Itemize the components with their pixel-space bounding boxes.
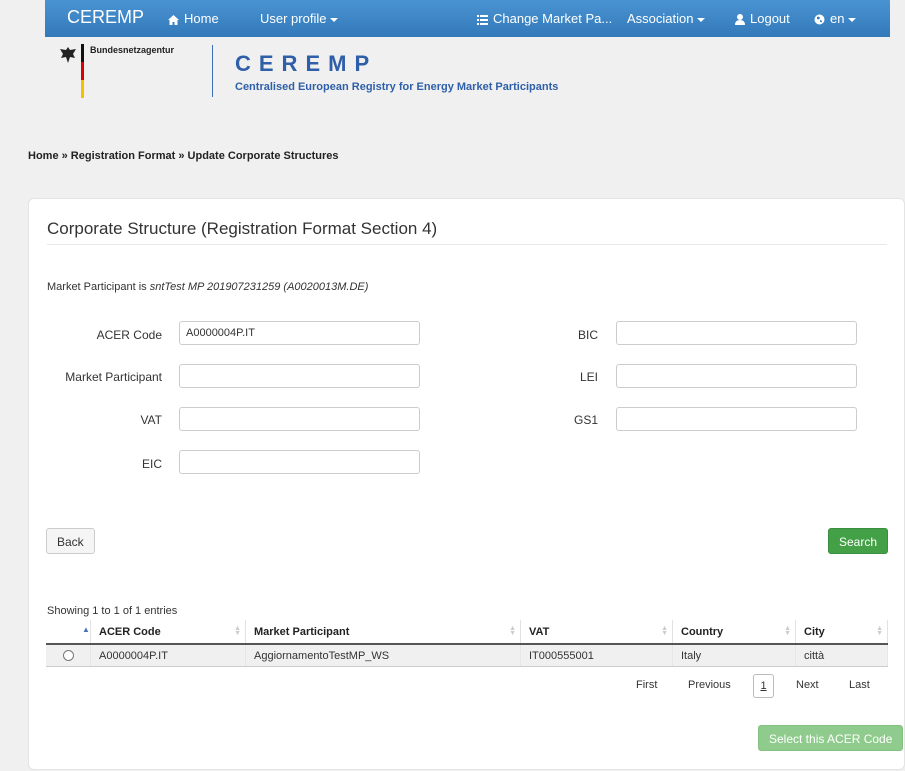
nav-language-label: en — [830, 11, 845, 26]
search-button[interactable]: Search — [828, 528, 889, 554]
column-header-acer-code[interactable]: ACER Code ▲ ▼ — [90, 620, 246, 645]
lei-label: LEI — [579, 370, 598, 384]
pager-current-page[interactable]: 1 — [753, 674, 774, 698]
corporate-structure-panel: Corporate Structure (Registration Format… — [28, 198, 905, 770]
ceremp-logo-subtitle: Centralised European Registry for Energy… — [235, 81, 559, 93]
bundesnetzagentur-logo: Bundesnetzagentur — [50, 42, 200, 102]
pager-first[interactable]: First — [636, 679, 657, 691]
column-header-label: City — [804, 625, 825, 638]
cell-city: città — [795, 644, 888, 667]
nav-logout-label: Logout — [750, 11, 790, 26]
nav-user-profile-label: User profile — [260, 11, 327, 26]
nav-change-market-label: Change Market Pa... — [493, 11, 613, 26]
back-button[interactable]: Back — [46, 528, 95, 554]
header-logos: Bundesnetzagentur CEREMP Centralised Eur… — [45, 37, 890, 127]
lei-input[interactable] — [616, 364, 857, 388]
nav-language[interactable]: en — [814, 0, 857, 37]
nav-association-label: Association — [627, 11, 694, 26]
market-participant-label: Market Participant — [65, 370, 162, 384]
sort-icon: ▲ ▼ — [234, 625, 241, 637]
divider — [47, 244, 887, 245]
sort-icon: ▲ ▼ — [784, 625, 791, 637]
market-participant-input[interactable] — [179, 364, 420, 388]
eagle-icon — [60, 47, 76, 63]
gs1-input[interactable] — [616, 407, 857, 431]
top-navbar: CEREMP Home User profile Change Market P… — [45, 0, 890, 37]
user-icon — [735, 14, 745, 26]
column-header-country[interactable]: Country ▲ ▼ — [672, 620, 796, 645]
nav-change-market[interactable]: Change Market Pa... — [477, 0, 612, 37]
sort-asc-icon: ▲ — [82, 625, 90, 634]
cell-market-participant: AggiornamentoTestMP_WS — [245, 644, 521, 667]
sort-icon: ▲ ▼ — [876, 625, 883, 637]
bic-label: BIC — [577, 328, 598, 342]
market-participant-info: Market Participant is sntTest MP 2019072… — [47, 281, 368, 293]
mp-info-prefix: Market Participant is — [47, 281, 150, 293]
column-header-city[interactable]: City ▲ ▼ — [795, 620, 888, 645]
acer-code-input[interactable] — [179, 321, 420, 345]
vat-input[interactable] — [179, 407, 420, 431]
column-header-market-participant[interactable]: Market Participant ▲ ▼ — [245, 620, 521, 645]
chevron-down-icon — [848, 17, 857, 22]
cell-acer-code: A0000004P.IT — [90, 644, 246, 667]
nav-home[interactable]: Home — [168, 0, 219, 37]
results-table: ▲ ACER Code ▲ ▼ Market Participant ▲ ▼ VAT ▲ ▼… — [46, 620, 888, 667]
pager-last[interactable]: Last — [849, 679, 870, 691]
chevron-down-icon — [330, 17, 339, 22]
cell-country: Italy — [672, 644, 796, 667]
eic-label: EIC — [141, 457, 162, 471]
globe-icon — [814, 14, 825, 25]
nav-association[interactable]: Association — [627, 0, 706, 37]
table-header-row: ▲ ACER Code ▲ ▼ Market Participant ▲ ▼ VAT ▲ ▼… — [46, 620, 888, 645]
column-header-label: ACER Code — [99, 625, 161, 638]
mp-info-value: sntTest MP 201907231259 (A0020013M.DE) — [149, 281, 369, 293]
column-header-label: Market Participant — [254, 625, 350, 638]
pager-previous[interactable]: Previous — [688, 679, 731, 691]
table-row[interactable]: A0000004P.IT AggiornamentoTestMP_WS IT00… — [46, 644, 888, 667]
column-header-label: Country — [681, 625, 724, 638]
gs1-label: GS1 — [573, 413, 598, 427]
breadcrumb: Home » Registration Format » Update Corp… — [28, 150, 339, 162]
vat-label: VAT — [140, 413, 162, 427]
chevron-down-icon — [697, 17, 706, 22]
list-icon — [477, 14, 488, 25]
sort-icon: ▲ ▼ — [661, 625, 668, 637]
table-info: Showing 1 to 1 of 1 entries — [47, 605, 178, 617]
ceremp-logo-title: CEREMP — [235, 51, 378, 76]
column-header-vat[interactable]: VAT ▲ ▼ — [520, 620, 673, 645]
sort-icon: ▲ ▼ — [509, 625, 516, 637]
select-acer-code-button[interactable]: Select this ACER Code — [758, 725, 904, 751]
panel-title: Corporate Structure (Registration Format… — [47, 219, 438, 238]
nav-logout[interactable]: Logout — [735, 0, 790, 37]
cell-vat: IT000555001 — [520, 644, 673, 667]
column-header-label: VAT — [529, 625, 550, 638]
eic-input[interactable] — [179, 450, 420, 474]
row-select-cell[interactable] — [46, 644, 91, 667]
pager-next[interactable]: Next — [796, 679, 819, 691]
acer-code-label: ACER Code — [96, 328, 162, 342]
select-column-header[interactable]: ▲ — [46, 620, 91, 645]
logo-divider — [212, 45, 213, 97]
row-radio[interactable] — [62, 650, 74, 662]
brand-link[interactable]: CEREMP — [67, 0, 144, 37]
home-icon — [168, 14, 179, 25]
nav-user-profile[interactable]: User profile — [260, 0, 339, 37]
bundes-label: Bundesnetzagentur — [90, 45, 175, 55]
bic-input[interactable] — [616, 321, 857, 345]
nav-home-label: Home — [184, 11, 219, 26]
